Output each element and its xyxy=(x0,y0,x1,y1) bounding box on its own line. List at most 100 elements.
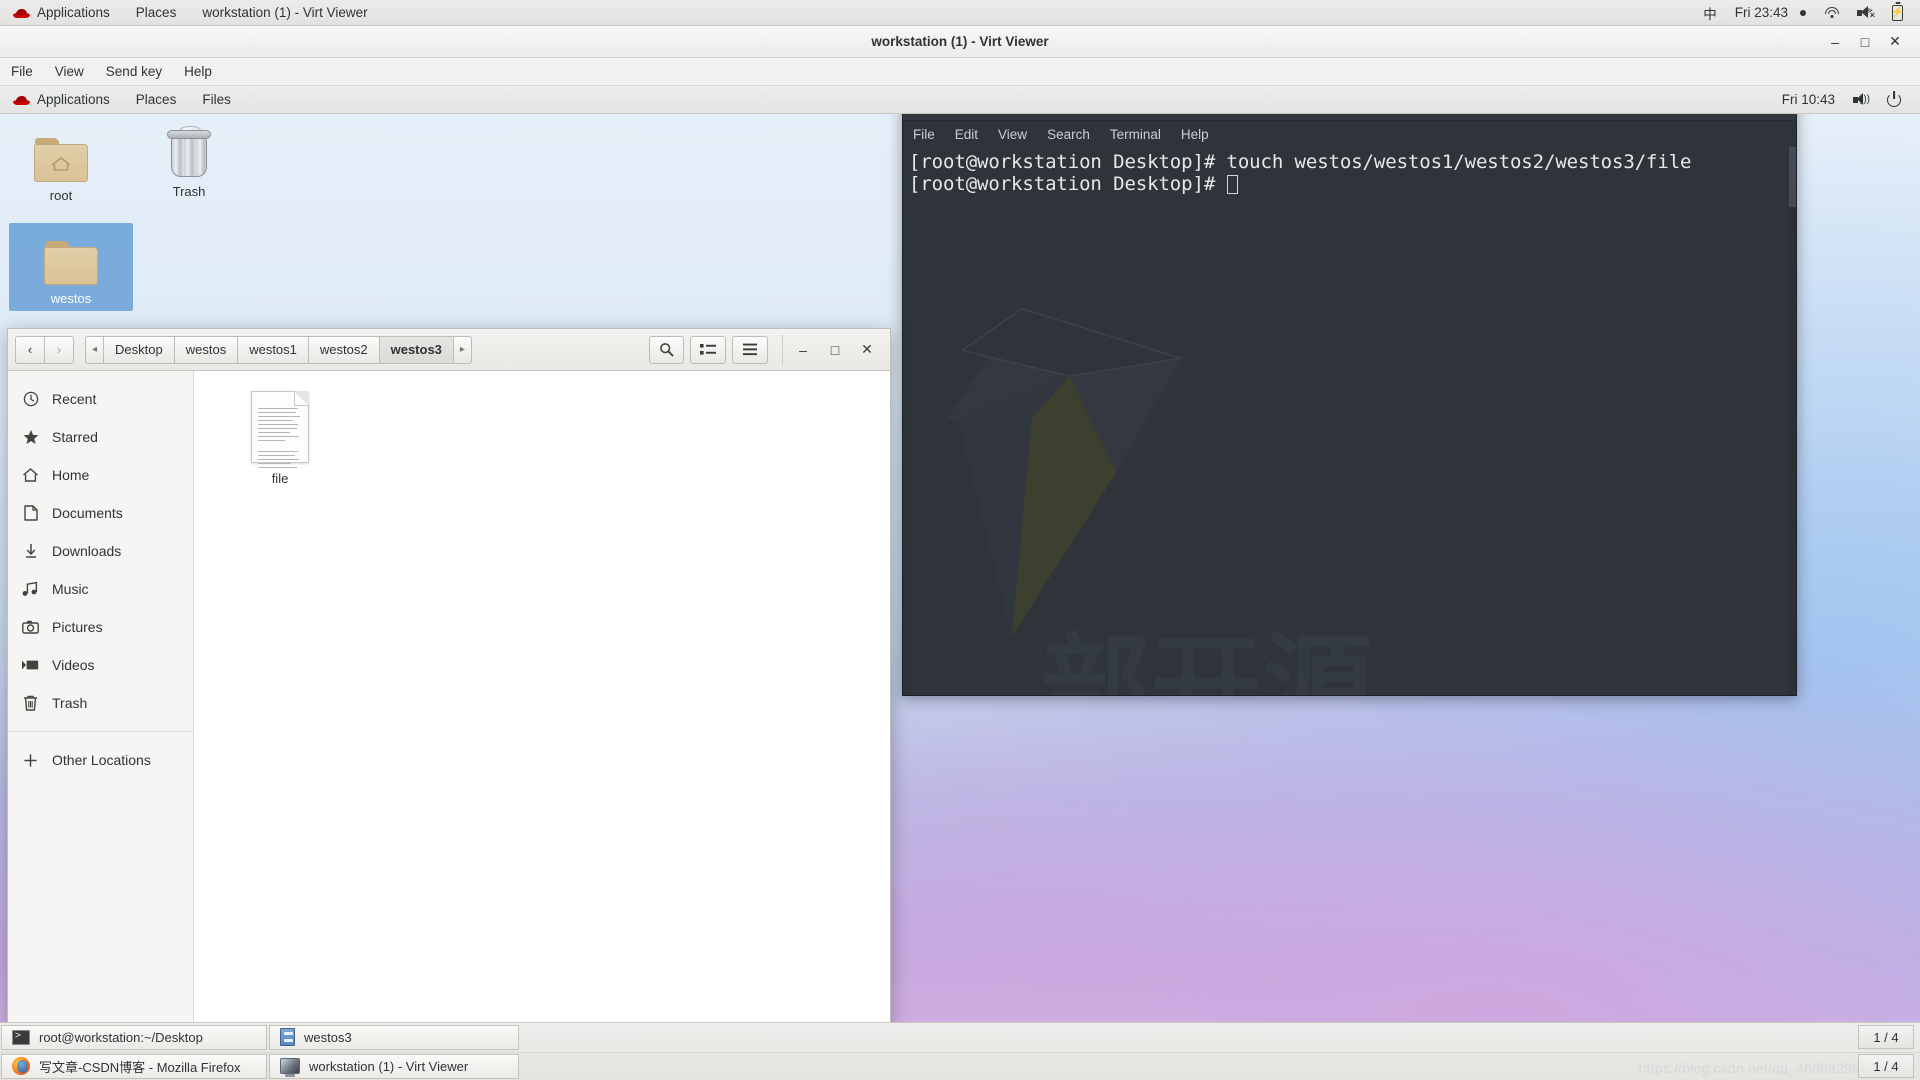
file-manager-close-button[interactable]: ✕ xyxy=(851,335,883,365)
hamburger-menu-icon xyxy=(743,343,757,356)
virt-viewer-maximize-button[interactable]: □ xyxy=(1850,27,1880,57)
terminal-menubar: File Edit View Search Terminal Help xyxy=(903,121,1796,147)
desktop-icon-trash[interactable]: Trash xyxy=(140,122,238,200)
workspace-indicator-2[interactable]: 1 / 4 xyxy=(1858,1054,1914,1079)
breadcrumb-desktop[interactable]: Desktop xyxy=(104,335,175,364)
file-manager-maximize-button[interactable]: □ xyxy=(819,335,851,365)
terminal-scrollbar[interactable] xyxy=(1789,147,1796,695)
breadcrumb-westos[interactable]: westos xyxy=(174,335,239,364)
file-item-label: file xyxy=(271,471,289,486)
terminal-window: root@workstation:~/Desktop – □ ✕ File Ed… xyxy=(902,86,1797,696)
taskbar-item-label: workstation (1) - Virt Viewer xyxy=(309,1058,469,1074)
virt-viewer-title: workstation (1) - Virt Viewer xyxy=(871,34,1049,49)
wifi-icon xyxy=(1824,6,1839,19)
taskbar-item-label: westos3 xyxy=(304,1029,352,1045)
input-method-indicator[interactable]: 中 xyxy=(1694,0,1726,26)
file-manager-header: ‹ › ◂ Desktop westos westos1 westos2 wes… xyxy=(8,329,890,371)
search-icon xyxy=(660,343,674,357)
guest-applications-label: Applications xyxy=(37,92,110,107)
volume-icon: ))) xyxy=(1853,93,1870,106)
redhat-logo-icon xyxy=(13,7,30,19)
virt-viewer-close-button[interactable]: ✕ xyxy=(1880,27,1910,57)
sidebar-item-recent[interactable]: Recent xyxy=(8,380,193,418)
home-folder-icon xyxy=(12,126,110,182)
terminal-menu-edit[interactable]: Edit xyxy=(945,121,988,147)
redhat-logo-icon xyxy=(13,94,30,106)
back-button[interactable]: ‹ xyxy=(15,335,45,364)
view-toggle-button[interactable] xyxy=(690,335,726,364)
menu-file[interactable]: File xyxy=(0,58,44,86)
sidebar-item-label: Recent xyxy=(52,391,97,407)
file-manager-sidebar: Recent Starred Home Documents Downloads … xyxy=(8,371,194,1027)
search-button[interactable] xyxy=(649,335,684,364)
sidebar-item-trash[interactable]: Trash xyxy=(8,684,193,722)
forward-button[interactable]: › xyxy=(44,335,74,364)
sidebar-item-music[interactable]: Music xyxy=(8,570,193,608)
guest-desktop: Applications Places Files Fri 10:43 ))) xyxy=(0,86,1920,1080)
guest-power-button[interactable] xyxy=(1878,86,1910,114)
sidebar-item-other-locations[interactable]: Other Locations xyxy=(8,741,193,779)
document-icon xyxy=(22,505,39,521)
workspace-indicator-1[interactable]: 1 / 4 xyxy=(1858,1025,1914,1050)
home-glyph-icon xyxy=(51,156,71,171)
sidebar-item-downloads[interactable]: Downloads xyxy=(8,532,193,570)
sidebar-item-documents[interactable]: Documents xyxy=(8,494,193,532)
navigation-buttons: ‹ › xyxy=(15,335,74,364)
sidebar-item-label: Other Locations xyxy=(52,752,151,768)
terminal-menu-view[interactable]: View xyxy=(988,121,1037,147)
guest-files-menu[interactable]: Files xyxy=(189,86,244,114)
wifi-indicator[interactable] xyxy=(1815,0,1848,26)
volume-indicator[interactable]: ≫ × xyxy=(1848,0,1883,26)
taskbar-item-label: root@workstation:~/Desktop xyxy=(39,1029,203,1045)
camera-icon xyxy=(22,620,39,634)
taskbar-item-westos3[interactable]: westos3 xyxy=(269,1024,519,1050)
menu-send-key[interactable]: Send key xyxy=(95,58,173,86)
terminal-menu-terminal[interactable]: Terminal xyxy=(1100,121,1171,147)
guest-places-menu[interactable]: Places xyxy=(123,86,190,114)
guest-clock[interactable]: Fri 10:43 xyxy=(1773,86,1844,114)
guest-applications-menu[interactable]: Applications xyxy=(0,86,123,114)
battery-indicator[interactable]: ⚡ xyxy=(1883,0,1912,26)
terminal-menu-file[interactable]: File xyxy=(903,121,945,147)
breadcrumb-scroll-right[interactable]: ▸ xyxy=(453,335,472,364)
menu-button[interactable] xyxy=(732,335,768,364)
file-manager-content[interactable]: file xyxy=(194,371,890,1027)
download-icon xyxy=(22,543,39,559)
file-item-file[interactable]: file xyxy=(234,389,326,486)
terminal-menu-search[interactable]: Search xyxy=(1037,121,1100,147)
guest-volume-indicator[interactable]: ))) xyxy=(1844,86,1878,114)
taskbar-item-label: 写文章-CSDN博客 - Mozilla Firefox xyxy=(39,1059,241,1075)
breadcrumb-westos2[interactable]: westos2 xyxy=(308,335,380,364)
taskbar-item-firefox[interactable]: 写文章-CSDN博客 - Mozilla Firefox xyxy=(1,1053,267,1079)
host-window-title[interactable]: workstation (1) - Virt Viewer xyxy=(189,0,380,26)
menu-view[interactable]: View xyxy=(44,58,95,86)
desktop-icon-root[interactable]: root xyxy=(12,126,110,204)
host-places-menu[interactable]: Places xyxy=(123,0,190,26)
breadcrumb-westos1[interactable]: westos1 xyxy=(238,335,309,364)
file-manager-minimize-button[interactable]: – xyxy=(787,335,819,365)
taskbar-item-virt-viewer[interactable]: workstation (1) - Virt Viewer xyxy=(269,1053,519,1079)
host-applications-menu[interactable]: Applications xyxy=(0,0,123,26)
sidebar-item-label: Pictures xyxy=(52,619,103,635)
sidebar-item-home[interactable]: Home xyxy=(8,456,193,494)
terminal-line-1: [root@workstation Desktop]# touch westos… xyxy=(909,151,1692,173)
sidebar-item-pictures[interactable]: Pictures xyxy=(8,608,193,646)
desktop-icon-label: Trash xyxy=(172,184,206,199)
trash-icon xyxy=(22,695,39,711)
breadcrumb-scroll-left[interactable]: ◂ xyxy=(85,335,105,364)
files-icon xyxy=(280,1028,295,1047)
taskbar-row-2: 写文章-CSDN博客 - Mozilla Firefox workstation… xyxy=(0,1051,1920,1080)
terminal-output-area[interactable]: 部开源 [root@workstation Desktop]# touch we… xyxy=(903,147,1796,695)
clock-icon xyxy=(22,391,39,407)
taskbar-item-terminal[interactable]: root@workstation:~/Desktop xyxy=(1,1024,267,1050)
virt-viewer-minimize-button[interactable]: – xyxy=(1820,27,1850,57)
watermark-url: https://blog.csdn.net/qq_46089299 xyxy=(1638,1060,1860,1076)
desktop-icon-westos[interactable]: westos xyxy=(9,223,133,311)
sidebar-item-videos[interactable]: Videos xyxy=(8,646,193,684)
terminal-menu-help[interactable]: Help xyxy=(1171,121,1219,147)
host-clock[interactable]: Fri 23:43 xyxy=(1726,0,1815,26)
sidebar-item-starred[interactable]: Starred xyxy=(8,418,193,456)
menu-help[interactable]: Help xyxy=(173,58,223,86)
breadcrumb-westos3[interactable]: westos3 xyxy=(379,335,454,364)
sidebar-item-label: Home xyxy=(52,467,90,483)
